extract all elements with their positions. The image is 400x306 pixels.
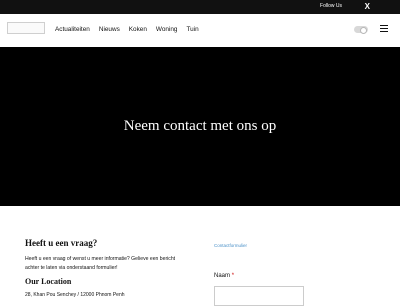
top-bar: Follow Us X	[0, 0, 400, 14]
main-header: Actualiteiten Nieuws Koken Woning Tuin	[0, 14, 400, 47]
name-input[interactable]	[214, 286, 304, 306]
hero-title: Neem contact met ons op	[123, 118, 277, 134]
nav-item-koken[interactable]: Koken	[129, 26, 147, 33]
contact-text: Heeft u een vraag of wenst u meer inform…	[25, 256, 176, 271]
address-text: 28, Khan Pou Senchey / 12000 Phnom Penh	[25, 292, 125, 298]
contact-form-label: Contactformulier	[214, 243, 248, 248]
x-social-icon[interactable]: X	[365, 1, 370, 12]
name-label-text: Naam	[214, 273, 231, 279]
theme-toggle[interactable]	[354, 26, 368, 34]
nav-item-tuin[interactable]: Tuin	[186, 26, 198, 33]
follow-us-label: Follow Us	[320, 3, 342, 9]
required-marker: *	[231, 273, 235, 279]
hamburger-menu-icon[interactable]	[380, 25, 388, 34]
site-logo[interactable]	[7, 22, 45, 34]
name-field-label: Naam *	[214, 273, 234, 279]
contact-heading: Heeft u een vraag?	[25, 238, 98, 248]
nav-item-nieuws[interactable]: Nieuws	[99, 26, 120, 33]
location-heading: Our Location	[25, 277, 72, 286]
main-nav: Actualiteiten Nieuws Koken Woning Tuin	[55, 26, 199, 33]
toggle-knob	[360, 27, 367, 34]
hero-banner: Neem contact met ons op	[0, 47, 400, 206]
nav-item-actualiteiten[interactable]: Actualiteiten	[55, 26, 90, 33]
nav-item-woning[interactable]: Woning	[156, 26, 178, 33]
